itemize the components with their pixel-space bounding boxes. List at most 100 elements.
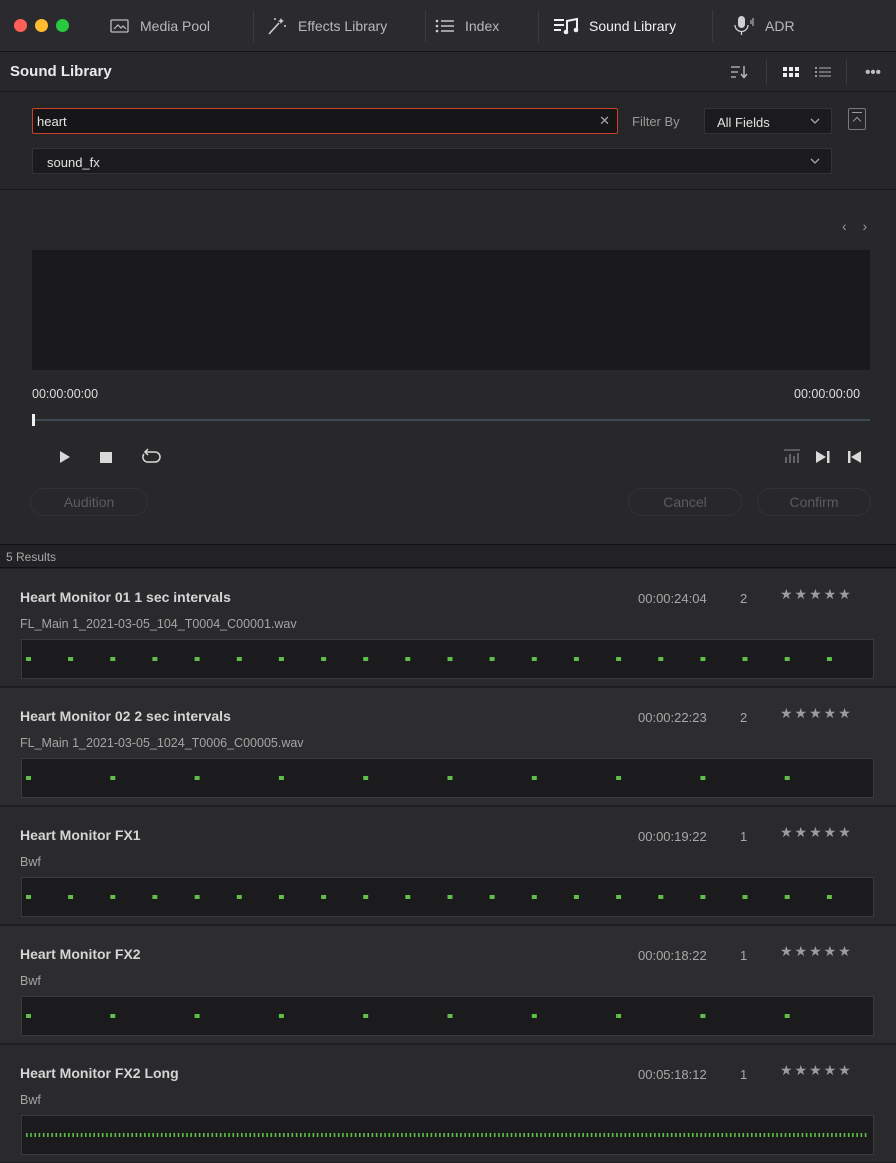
clip-rating[interactable]: ★★★★★ [780,1062,853,1079]
result-item[interactable]: Heart Monitor 01 1 sec intervals FL_Main… [0,569,896,687]
waveform-peak [409,1133,412,1137]
list-view-icon[interactable] [812,60,834,84]
waveform-peak [350,1133,353,1137]
waveform-peak [751,1133,753,1137]
close-window-button[interactable] [14,19,27,32]
clip-name: Heart Monitor FX2 Long [20,1065,179,1081]
minimize-window-button[interactable] [35,19,48,32]
more-options-icon[interactable]: ••• [860,60,886,84]
waveform-peak [742,1133,745,1137]
waveform-peak [434,1133,437,1137]
search-field[interactable]: ✕ [32,108,618,134]
tab-index[interactable]: Index [435,0,499,52]
result-item[interactable]: Heart Monitor FX2 Bwf 00:00:18:22 1 ★★★★… [0,926,896,1044]
grid-view-icon[interactable] [780,60,802,84]
waveform-peak [443,1133,445,1137]
waveform-peak [26,657,31,661]
waveform-peak [755,1133,757,1137]
tab-media-pool[interactable]: Media Pool [110,0,210,52]
waveform-peak [144,1133,146,1137]
waveform-peak [405,895,411,899]
playhead[interactable] [32,414,35,426]
clip-duration: 00:00:19:22 [638,829,707,844]
waveform-peak [784,657,790,661]
clip-rating[interactable]: ★★★★★ [780,586,853,603]
audition-button[interactable]: Audition [30,488,148,516]
search-input[interactable] [33,109,593,133]
clear-search-icon[interactable]: ✕ [599,113,610,129]
waveform-peak [194,895,200,899]
waveform-peak [700,657,706,661]
waveform-peak [278,1014,284,1018]
waveform-peak [864,1133,867,1137]
tab-label: Effects Library [298,18,388,34]
mark-in-icon[interactable] [814,446,832,468]
tab-adr[interactable]: ADR [733,0,795,52]
preview-waveform[interactable] [32,250,870,370]
waveform-peak [26,895,31,899]
mark-out-icon[interactable] [846,446,864,468]
waveform-peak [291,1133,294,1137]
zoom-window-button[interactable] [56,19,69,32]
cancel-button[interactable]: Cancel [628,488,742,516]
clip-name: Heart Monitor 02 2 sec intervals [20,708,231,724]
waveform-peak [531,657,537,661]
waveform-peak [110,776,116,780]
waveform-peak [510,1133,513,1137]
waveform-peak [106,1133,108,1137]
waveform-peak [321,657,327,661]
waveform-peak [708,1133,711,1137]
tab-sound-library[interactable]: Sound Library [553,0,676,52]
play-icon[interactable] [58,446,72,468]
result-item[interactable]: Heart Monitor 02 2 sec intervals FL_Main… [0,688,896,806]
clip-duration: 00:00:22:23 [638,710,707,725]
waveform-peak [687,1133,690,1137]
waveform-peak [713,1133,715,1137]
prev-next-clip-icon[interactable]: ‹ › [842,218,873,234]
waveform-peak [472,1133,475,1137]
clip-rating[interactable]: ★★★★★ [780,705,853,722]
clip-rating[interactable]: ★★★★★ [780,824,853,841]
clip-duration: 00:00:24:04 [638,591,707,606]
waveform-peak [173,1133,176,1137]
loop-icon[interactable] [140,446,162,468]
waveform-peak [856,1133,858,1137]
tab-effects-library[interactable]: Effects Library [266,0,387,52]
waveform-peak [599,1133,601,1137]
database-dropdown[interactable]: sound_fx [32,148,832,174]
filter-field-dropdown[interactable]: All Fields [704,108,832,134]
waveform-peak [270,1133,273,1137]
results-count-bar: 5 Results [0,544,896,568]
confirm-button[interactable]: Confirm [757,488,871,516]
clip-rating[interactable]: ★★★★★ [780,943,853,960]
scrub-bar[interactable] [32,419,870,421]
waveform-peak [772,1133,774,1137]
waveform-peak [148,1133,150,1137]
waveform-peak [451,1133,454,1137]
waveform-peak [26,1133,28,1137]
collapse-panel-icon[interactable] [848,108,866,130]
waveform-peak [637,1133,639,1137]
waveform-peak [241,1133,243,1137]
result-item[interactable]: Heart Monitor FX1 Bwf 00:00:19:22 1 ★★★★… [0,807,896,925]
clip-channels: 1 [740,829,748,844]
waveform-peak [447,895,453,899]
waveform-peak [42,1133,45,1137]
waveform-peak [169,1133,171,1137]
waveform-peak [342,1133,344,1137]
waveform-peak [843,1133,846,1137]
waveform-peak [826,1133,829,1137]
waveform-peak [439,1133,441,1137]
media-pool-icon [110,18,130,34]
result-item[interactable]: Heart Monitor FX2 Long Bwf 00:05:18:12 1… [0,1045,896,1163]
waveform-peak [203,1133,205,1137]
waveform-peak [679,1133,681,1137]
waveform-peak [26,1014,31,1018]
stop-icon[interactable] [98,446,114,468]
waveform-peak [645,1133,648,1137]
waveform-peak [683,1133,686,1137]
sort-icon[interactable] [728,60,750,84]
clip-waveform [21,996,874,1036]
waveform-peak [392,1133,395,1137]
match-frame-icon[interactable] [782,446,802,468]
